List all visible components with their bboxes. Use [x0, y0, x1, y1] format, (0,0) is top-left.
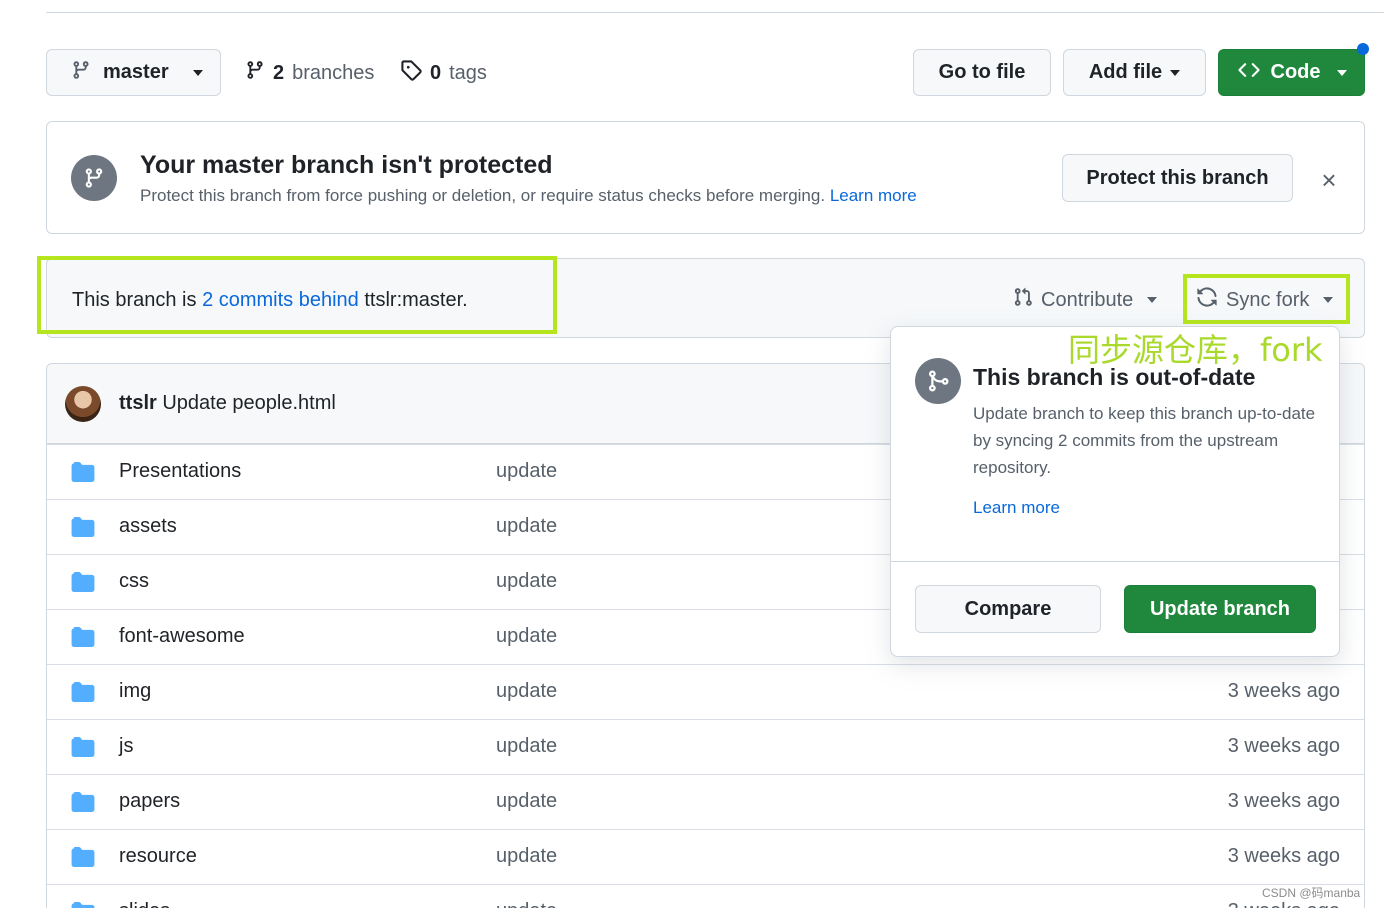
folder-icon	[71, 517, 95, 537]
branch-name: master	[103, 61, 169, 83]
chevron-down-icon	[1147, 297, 1158, 303]
file-name[interactable]: font-awesome	[119, 625, 245, 648]
top-divider	[46, 12, 1384, 13]
table-row[interactable]: slides update 3 weeks ago	[47, 884, 1364, 908]
file-name[interactable]: img	[119, 680, 151, 703]
code-icon	[1237, 59, 1261, 87]
file-commit-message[interactable]: update	[496, 570, 557, 593]
file-age: 3 weeks ago	[1227, 845, 1340, 867]
file-age: 3 weeks ago	[1227, 735, 1340, 757]
branch-select-button[interactable]: master	[46, 49, 221, 96]
branch-protection-banner: Your master branch isn't protected Prote…	[46, 121, 1365, 234]
protect-description: Protect this branch from force pushing o…	[140, 186, 917, 206]
compare-button[interactable]: Compare	[915, 585, 1101, 633]
chevron-down-icon	[1170, 69, 1181, 76]
contribute-button[interactable]: Contribute	[1013, 286, 1158, 314]
go-to-file-label: Go to file	[938, 61, 1026, 83]
update-branch-label: Update branch	[1149, 597, 1291, 620]
git-pull-request-icon	[1013, 286, 1033, 314]
folder-icon	[71, 737, 95, 757]
table-row[interactable]: img update 3 weeks ago	[47, 664, 1364, 719]
git-branch-icon	[245, 59, 265, 87]
protect-description-text: Protect this branch from force pushing o…	[140, 186, 826, 205]
avatar[interactable]	[65, 386, 101, 422]
folder-icon	[71, 462, 95, 482]
file-commit-message[interactable]: update	[496, 680, 557, 703]
code-label: Code	[1270, 61, 1321, 83]
branches-label: branches	[292, 61, 375, 84]
commit-message[interactable]: Update people.html	[162, 392, 335, 414]
popover-description: Update branch to keep this branch up-to-…	[973, 404, 1316, 477]
update-branch-button[interactable]: Update branch	[1124, 585, 1316, 633]
file-age: 3 weeks ago	[1227, 680, 1340, 702]
folder-icon	[71, 627, 95, 647]
table-row[interactable]: resource update 3 weeks ago	[47, 829, 1364, 884]
branches-count: 2	[273, 61, 285, 84]
file-commit-message[interactable]: update	[496, 735, 557, 758]
code-button[interactable]: Code	[1218, 49, 1365, 96]
popover-divider	[891, 561, 1339, 562]
protect-branch-label: Protect this branch	[1086, 166, 1269, 189]
highlight-box-status	[37, 256, 557, 334]
chevron-down-icon	[192, 69, 203, 76]
close-icon[interactable]: ×	[1315, 166, 1343, 194]
git-branch-icon	[71, 59, 91, 87]
highlight-box-sync-fork	[1183, 274, 1350, 324]
commit-author[interactable]: ttslr	[119, 392, 157, 414]
folder-icon	[71, 572, 95, 592]
learn-more-link[interactable]: Learn more	[830, 186, 917, 205]
tags-count: 0	[430, 61, 442, 84]
add-file-label: Add file	[1088, 61, 1163, 83]
file-commit-message[interactable]: update	[496, 460, 557, 483]
file-commit-message[interactable]: update	[496, 625, 557, 648]
file-commit-message[interactable]: update	[496, 845, 557, 868]
folder-icon	[71, 847, 95, 867]
watermark: CSDN @码manba	[1262, 886, 1361, 900]
tags-label: tags	[449, 61, 487, 84]
branches-link[interactable]: 2 branches	[245, 58, 374, 88]
protect-branch-button[interactable]: Protect this branch	[1062, 154, 1293, 202]
popover-learn-more-link[interactable]: Learn more	[973, 498, 1060, 518]
protect-title: Your master branch isn't protected	[140, 151, 553, 179]
git-compare-icon	[915, 358, 961, 404]
file-name[interactable]: resource	[119, 845, 197, 868]
go-to-file-button[interactable]: Go to file	[913, 49, 1051, 96]
file-name[interactable]: papers	[119, 790, 180, 813]
tag-icon	[400, 59, 422, 87]
add-file-button[interactable]: Add file	[1063, 49, 1206, 96]
file-age: 3 weeks ago	[1227, 790, 1340, 812]
table-row[interactable]: js update 3 weeks ago	[47, 719, 1364, 774]
file-commit-message[interactable]: update	[496, 790, 557, 813]
latest-commit-text: ttslr Update people.html	[119, 392, 336, 415]
tags-link[interactable]: 0 tags	[400, 58, 487, 88]
file-name[interactable]: css	[119, 570, 149, 593]
file-name[interactable]: assets	[119, 515, 177, 538]
sync-fork-popover: This branch is out-of-date Update branch…	[890, 326, 1340, 657]
folder-icon	[71, 682, 95, 702]
git-branch-icon	[71, 155, 117, 201]
file-name[interactable]: js	[119, 735, 133, 758]
annotation-text: 同步源仓库，fork	[1068, 331, 1323, 369]
folder-icon	[71, 902, 95, 908]
file-commit-message[interactable]: update	[496, 900, 557, 908]
compare-label: Compare	[964, 597, 1052, 620]
chevron-down-icon	[1336, 69, 1347, 76]
file-name[interactable]: Presentations	[119, 460, 241, 483]
file-name[interactable]: slides	[119, 900, 170, 908]
folder-icon	[71, 792, 95, 812]
file-age: 3 weeks ago	[1228, 900, 1340, 908]
contribute-label: Contribute	[1041, 288, 1134, 311]
table-row[interactable]: papers update 3 weeks ago	[47, 774, 1364, 829]
file-commit-message[interactable]: update	[496, 515, 557, 538]
notification-dot	[1357, 43, 1369, 55]
